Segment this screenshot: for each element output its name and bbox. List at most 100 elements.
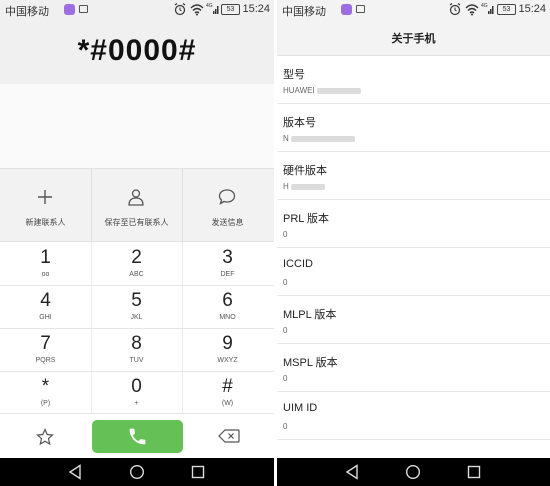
carrier-label: 中国移动 (5, 6, 49, 18)
key-letters: GHI (39, 314, 52, 321)
svg-text:4G: 4G (206, 3, 213, 9)
key-letters: DEF (220, 271, 235, 278)
send-message-button[interactable]: 发送信息 (182, 169, 273, 241)
key-digit: 3 (222, 247, 233, 268)
recents-icon[interactable] (191, 465, 205, 479)
item-title: 版本号 (283, 117, 316, 129)
key-letters: JKL (130, 314, 143, 321)
key-digit: 4 (40, 290, 51, 311)
redacted-value (290, 135, 355, 142)
back-icon[interactable] (68, 464, 82, 480)
info-item-hardware-version[interactable]: 硬件版本 H (277, 152, 550, 200)
dialer-screen: 中国移动 4G 53 15:24 *#0000# 新建联系人 保存至已有联系人 … (0, 0, 274, 486)
key-hash[interactable]: # (W) (182, 371, 273, 414)
dialpad: 1 oo 2 ABC 3 DEF 4 GHI 5 JKL 6 MNO 7 PQRS 8 TUV … (0, 242, 274, 414)
info-item-mspl-version[interactable]: MSPL 版本 0 (277, 344, 550, 392)
alarm-icon (174, 3, 186, 16)
home-icon[interactable] (129, 464, 145, 480)
about-phone-screen: 中国移动 4G 53 15:24 关于手机 型号 HUAWEI 版本号 N 硬件… (277, 0, 550, 486)
key-digit: 6 (222, 290, 233, 311)
action-label: 新建联系人 (25, 218, 66, 227)
navigation-bar (277, 458, 550, 486)
key-digit: 5 (131, 290, 142, 311)
title-bar: 关于手机 (277, 20, 550, 56)
back-icon[interactable] (345, 464, 359, 480)
key-digit: 7 (40, 333, 51, 354)
item-title: PRL 版本 (283, 213, 330, 225)
item-title: MLPL 版本 (283, 309, 337, 321)
info-item-mlpl-version[interactable]: MLPL 版本 0 (277, 296, 550, 344)
item-value: H (283, 182, 325, 191)
item-value: 0 (283, 326, 288, 335)
item-value: 0 (283, 374, 288, 383)
key-digit: 1 (40, 247, 51, 268)
item-value: 0 (283, 278, 288, 287)
alarm-icon (449, 3, 461, 16)
key-3[interactable]: 3 DEF (182, 242, 273, 285)
key-digit: 2 (131, 247, 142, 268)
redacted-value (316, 87, 361, 94)
voicemail-icon: oo (41, 271, 50, 278)
navigation-bar (0, 458, 274, 486)
action-label: 发送信息 (211, 218, 244, 227)
info-item-model[interactable]: 型号 HUAWEI (277, 56, 550, 104)
person-icon (128, 189, 144, 206)
key-8[interactable]: 8 TUV (91, 328, 182, 371)
battery-indicator: 53 (221, 4, 240, 15)
key-6[interactable]: 6 MNO (182, 285, 273, 328)
key-letters: (P) (40, 400, 51, 407)
plus-icon (38, 190, 52, 204)
key-digit: * (41, 376, 50, 397)
item-value: HUAWEI (283, 86, 361, 95)
key-letters: PQRS (35, 357, 56, 364)
item-title: 硬件版本 (283, 165, 327, 177)
app-notification-icon (64, 4, 75, 15)
dialed-number[interactable]: *#0000# (0, 34, 274, 68)
item-title: UIM ID (283, 402, 318, 414)
item-value: N (283, 134, 355, 143)
wifi-icon (190, 4, 204, 16)
app-notification-icon (341, 4, 352, 15)
call-button[interactable] (92, 420, 183, 453)
key-5[interactable]: 5 JKL (91, 285, 182, 328)
dialer-bottom-bar (0, 414, 274, 458)
info-item-prl-version[interactable]: PRL 版本 0 (277, 200, 550, 248)
image-notification-icon (356, 5, 365, 13)
clock: 15:24 (242, 3, 270, 15)
item-title: ICCID (283, 258, 313, 270)
item-value: 0 (283, 230, 288, 239)
recents-icon[interactable] (467, 465, 481, 479)
star-icon[interactable] (36, 428, 54, 446)
key-1[interactable]: 1 oo (0, 242, 91, 285)
new-contact-button[interactable]: 新建联系人 (0, 169, 91, 241)
info-item-build-number[interactable]: 版本号 N (277, 104, 550, 152)
key-letters: ABC (129, 271, 144, 278)
info-item-iccid[interactable]: ICCID 0 (277, 248, 550, 296)
save-to-existing-contact-button[interactable]: 保存至已有联系人 (91, 169, 182, 241)
wifi-icon (465, 4, 479, 16)
action-label: 保存至已有联系人 (104, 218, 169, 227)
key-digit: 0 (131, 376, 142, 397)
item-title: MSPL 版本 (283, 357, 338, 369)
signal-icon: 4G (206, 3, 219, 14)
backspace-icon[interactable] (218, 429, 240, 443)
home-icon[interactable] (405, 464, 421, 480)
svg-text:4G: 4G (481, 3, 488, 9)
key-star[interactable]: * (P) (0, 371, 91, 414)
battery-indicator: 53 (497, 4, 516, 15)
phone-icon (129, 428, 146, 445)
key-7[interactable]: 7 PQRS (0, 328, 91, 371)
key-4[interactable]: 4 GHI (0, 285, 91, 328)
clock: 15:24 (518, 3, 546, 15)
page-title: 关于手机 (391, 33, 436, 45)
item-value: 0 (283, 422, 288, 431)
info-item-uim-id[interactable]: UIM ID 0 (277, 392, 550, 440)
status-bar: 中国移动 4G 53 15:24 (0, 0, 274, 20)
key-2[interactable]: 2 ABC (91, 242, 182, 285)
item-title: 型号 (283, 69, 305, 81)
message-icon (218, 189, 236, 205)
key-9[interactable]: 9 WXYZ (182, 328, 273, 371)
key-digit: 9 (222, 333, 233, 354)
key-letters: WXYZ (217, 357, 238, 364)
key-0[interactable]: 0 + (91, 371, 182, 414)
